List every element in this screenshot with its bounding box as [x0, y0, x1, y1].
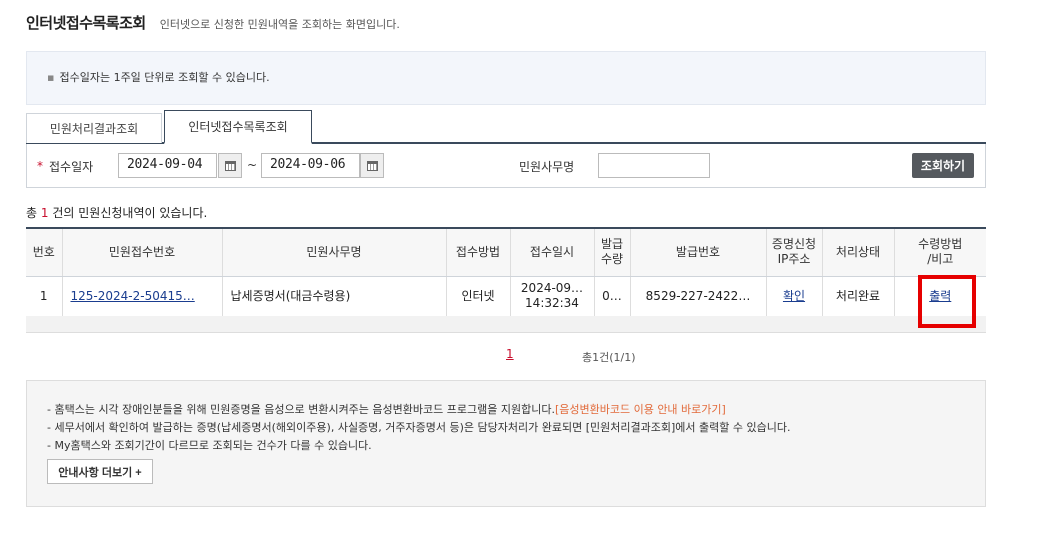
date-to-input[interactable]: 2024-09-06 — [261, 153, 360, 178]
table-scroll-area — [26, 316, 986, 333]
ip-confirm-link[interactable]: 확인 — [783, 289, 805, 303]
page-total: 총1건(1/1) — [582, 351, 636, 364]
notice-line-3: - My홈택스와 조회기간이 다르므로 조회되는 건수가 다를 수 있습니다. — [47, 439, 372, 452]
calendar-button-from[interactable] — [218, 153, 242, 178]
page-link-current[interactable]: 1 — [506, 347, 514, 361]
col-header-issue-no: 발급번호 — [630, 227, 767, 277]
cell-issue-no: 8529-227-2422… — [630, 276, 767, 317]
count-number: 1 — [40, 206, 49, 220]
required-icon: * — [37, 159, 43, 173]
notice-text: ▪ 접수일자는 1주일 단위로 조회할 수 있습니다. — [47, 71, 270, 84]
cell-date: 2024-09… 14:32:34 — [510, 276, 595, 317]
calendar-button-to[interactable] — [360, 153, 384, 178]
notice-line-1: - 홈택스는 시각 장애인분들을 위해 민원증명을 음성으로 변환시켜주는 음성… — [47, 403, 726, 416]
cell-office: 납세증명서(대금수령용) — [222, 276, 447, 317]
tab-result-inquiry[interactable]: 민원처리결과조회 — [26, 113, 162, 143]
tab-bar: 민원처리결과조회 인터넷접수목록조회 — [26, 110, 986, 144]
cell-qty: 0… — [594, 276, 631, 317]
table-header-row: 번호 민원접수번호 민원사무명 접수방법 접수일시 발급 수량 발급번호 증명신… — [26, 227, 986, 277]
col-header-ip: 증명신청 IP주소 — [766, 227, 823, 277]
cell-no: 1 — [26, 276, 63, 317]
result-table: 번호 민원접수번호 민원사무명 접수방법 접수일시 발급 수량 발급번호 증명신… — [26, 227, 986, 317]
barcode-guide-link[interactable]: [음성변환바코드 이용 안내 바로가기] — [555, 403, 726, 416]
office-input[interactable] — [598, 153, 710, 178]
search-form: * 접수일자 2024-09-04 ~ 2024-09-06 민원사무명 조회하… — [26, 144, 986, 188]
receipt-no-link[interactable]: 125-2024-2-50415… — [71, 289, 195, 303]
bullet-icon: ▪ — [47, 71, 55, 84]
table-row: 1 125-2024-2-50415… 납세증명서(대금수령용) 인터넷 202… — [26, 276, 986, 317]
cell-status: 처리완료 — [822, 276, 895, 317]
col-header-method: 접수방법 — [446, 227, 511, 277]
search-button[interactable]: 조회하기 — [912, 153, 974, 178]
page-title: 인터넷접수목록조회 — [26, 14, 146, 32]
notice-line-2: - 세무서에서 확인하여 발급하는 증명(납세증명서(해외이주용), 사실증명,… — [47, 421, 791, 434]
cell-receipt-no: 125-2024-2-50415… — [62, 276, 223, 317]
date-label: 접수일자 — [49, 160, 94, 174]
date-from-input[interactable]: 2024-09-04 — [118, 153, 217, 178]
cell-ip: 확인 — [766, 276, 823, 317]
col-header-receipt-no: 민원접수번호 — [62, 227, 223, 277]
tab-internet-receipt-list[interactable]: 인터넷접수목록조회 — [164, 110, 312, 144]
more-info-button[interactable]: 안내사항 더보기 + — [47, 459, 153, 484]
col-header-date: 접수일시 — [510, 227, 595, 277]
date-separator: ~ — [247, 158, 258, 172]
highlight-box — [918, 275, 976, 328]
col-header-status: 처리상태 — [822, 227, 895, 277]
calendar-icon — [366, 160, 378, 171]
title-row: 인터넷접수목록조회 인터넷으로 신청한 민원내역을 조회하는 화면입니다. — [26, 12, 400, 33]
result-count: 총 1 건의 민원신청내역이 있습니다. — [26, 206, 208, 220]
notice-box-top: ▪ 접수일자는 1주일 단위로 조회할 수 있습니다. — [26, 51, 986, 105]
col-header-qty: 발급 수량 — [594, 227, 631, 277]
calendar-icon — [224, 160, 236, 171]
office-label: 민원사무명 — [519, 160, 575, 174]
col-header-receive: 수령방법 /비고 — [894, 227, 986, 277]
page-description: 인터넷으로 신청한 민원내역을 조회하는 화면입니다. — [159, 18, 400, 31]
cell-method: 인터넷 — [446, 276, 511, 317]
col-header-no: 번호 — [26, 227, 63, 277]
notice-box-bottom: - 홈택스는 시각 장애인분들을 위해 민원증명을 음성으로 변환시켜주는 음성… — [26, 380, 986, 507]
col-header-office: 민원사무명 — [222, 227, 447, 277]
